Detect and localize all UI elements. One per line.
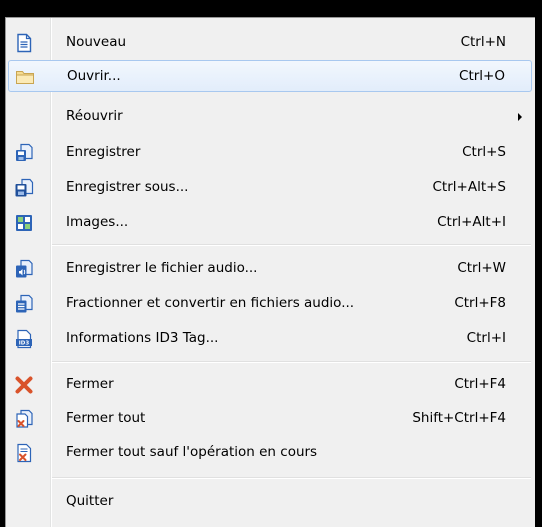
folder-icon xyxy=(15,67,35,87)
shortcut-text: Ctrl+W xyxy=(457,260,506,276)
shortcut-text: Ctrl+O xyxy=(459,68,505,84)
close-x-icon xyxy=(14,375,34,395)
menu-item-nouveau[interactable]: Nouveau Ctrl+N xyxy=(8,27,532,59)
shortcut-text: Shift+Ctrl+F4 xyxy=(412,410,506,426)
svg-text:ID3: ID3 xyxy=(19,341,30,347)
menu-item-label: Ouvrir... xyxy=(67,68,121,84)
menu-item-label: Fermer xyxy=(66,376,114,392)
menu-item-enregistrer[interactable]: Enregistrer Ctrl+S xyxy=(8,137,532,169)
shortcut-text: Ctrl+S xyxy=(462,144,506,160)
new-document-icon xyxy=(14,33,34,53)
submenu-arrow-icon xyxy=(518,113,522,121)
split-convert-icon xyxy=(14,294,34,314)
menu-item-id3-tag[interactable]: ID3 Informations ID3 Tag... Ctrl+I xyxy=(8,323,532,355)
close-all-icon xyxy=(14,409,34,429)
menu-item-label: Fermer tout xyxy=(66,410,146,426)
shortcut-text: Ctrl+Alt+S xyxy=(432,179,507,195)
id3-tag-icon: ID3 xyxy=(14,329,34,349)
menu-item-label: Enregistrer le fichier audio... xyxy=(66,260,258,276)
menu-item-enregistrer-audio[interactable]: Enregistrer le fichier audio... Ctrl+W xyxy=(8,253,532,285)
menu-item-fermer-tout-sauf[interactable]: Fermer tout sauf l'opération en cours xyxy=(8,437,532,469)
images-icon xyxy=(14,213,34,233)
menu-item-fermer-tout[interactable]: Fermer tout Shift+Ctrl+F4 xyxy=(8,403,532,435)
menu-item-enregistrer-sous[interactable]: Enregistrer sous... Ctrl+Alt+S xyxy=(8,172,532,204)
menu-item-label: Réouvrir xyxy=(66,108,123,124)
menu-item-label: Enregistrer sous... xyxy=(66,179,189,195)
menu-item-quitter[interactable]: Quitter xyxy=(8,486,532,518)
menu-item-label: Quitter xyxy=(66,493,114,509)
save-audio-icon xyxy=(14,259,34,279)
menu-item-images[interactable]: Images... Ctrl+Alt+I xyxy=(8,207,532,239)
menu-separator xyxy=(52,244,531,246)
shortcut-text: Ctrl+I xyxy=(466,330,506,346)
menu-item-ouvrir[interactable]: Ouvrir... Ctrl+O xyxy=(8,60,532,92)
shortcut-text: Ctrl+F8 xyxy=(454,295,506,311)
shortcut-text: Ctrl+F4 xyxy=(454,376,506,392)
menu-item-label: Nouveau xyxy=(66,34,127,50)
menu-item-label: Images... xyxy=(66,214,129,230)
close-others-icon xyxy=(14,443,34,463)
menu-item-label: Enregistrer xyxy=(66,144,141,160)
shortcut-text: Ctrl+N xyxy=(460,34,506,50)
menu-item-fractionner-convertir[interactable]: Fractionner et convertir en fichiers aud… xyxy=(8,288,532,320)
shortcut-text: Ctrl+Alt+I xyxy=(437,214,506,230)
menu-item-label: Fermer tout sauf l'opération en cours xyxy=(66,444,318,460)
menu-separator xyxy=(52,477,531,479)
file-menu: Nouveau Ctrl+N Ouvrir... Ctrl+O Réouvrir… xyxy=(5,17,535,527)
menu-item-reouvrir[interactable]: Réouvrir xyxy=(8,101,532,133)
menu-item-label: Informations ID3 Tag... xyxy=(66,330,219,346)
save-icon xyxy=(14,143,34,163)
menu-separator xyxy=(52,361,531,363)
menu-item-fermer[interactable]: Fermer Ctrl+F4 xyxy=(8,369,532,401)
menu-item-label: Fractionner et convertir en fichiers aud… xyxy=(66,295,355,311)
save-as-icon xyxy=(14,178,34,198)
